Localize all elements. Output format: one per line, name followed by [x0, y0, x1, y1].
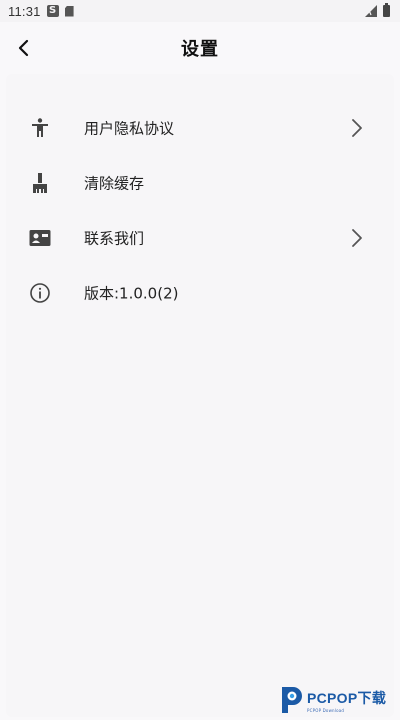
chevron-right-icon	[352, 118, 362, 137]
person-accessibility-icon	[32, 117, 48, 137]
privacy-agreement-label: 用户隐私协议	[84, 119, 175, 137]
privacy-agreement-item[interactable]: 用户隐私协议	[6, 100, 394, 155]
contact-card-icon	[29, 229, 51, 246]
clear-cache-label: 清除缓存	[84, 174, 145, 192]
version-label: 版本:1.0.0(2)	[84, 284, 179, 302]
status-right	[365, 3, 390, 17]
signal-icon	[365, 5, 377, 17]
chevron-right-icon	[352, 228, 362, 247]
status-bar: 11:31 S	[0, 0, 400, 22]
settings-screen: 11:31 S 设置 用户隐私协议 清除缓存 联系我们 版本:1.0.0(2) …	[0, 0, 400, 720]
app-bar: 设置	[0, 22, 400, 74]
status-left: 11:31 S	[8, 4, 74, 19]
sd-card-icon	[64, 5, 74, 17]
clear-cache-item[interactable]: 清除缓存	[6, 155, 394, 210]
pcpop-logo-icon	[282, 687, 302, 713]
watermark-subtext: PCPOP Download	[307, 707, 345, 713]
settings-card: 用户隐私协议 清除缓存 联系我们 版本:1.0.0(2)	[6, 74, 394, 717]
battery-icon	[383, 3, 390, 17]
s-app-icon: S	[46, 5, 59, 17]
broom-icon	[33, 172, 47, 193]
contact-us-item[interactable]: 联系我们	[6, 210, 394, 265]
watermark: PCPOP下载 PCPOP Download	[278, 684, 396, 716]
chevron-left-icon	[18, 39, 29, 57]
status-time: 11:31	[8, 3, 41, 19]
back-button[interactable]	[8, 32, 40, 64]
watermark-text: PCPOP下载	[307, 689, 387, 706]
version-item: 版本:1.0.0(2)	[6, 265, 394, 320]
info-icon	[30, 282, 50, 303]
page-title: 设置	[181, 39, 219, 60]
settings-list: 用户隐私协议 清除缓存 联系我们 版本:1.0.0(2)	[6, 100, 394, 320]
contact-us-label: 联系我们	[84, 229, 145, 247]
